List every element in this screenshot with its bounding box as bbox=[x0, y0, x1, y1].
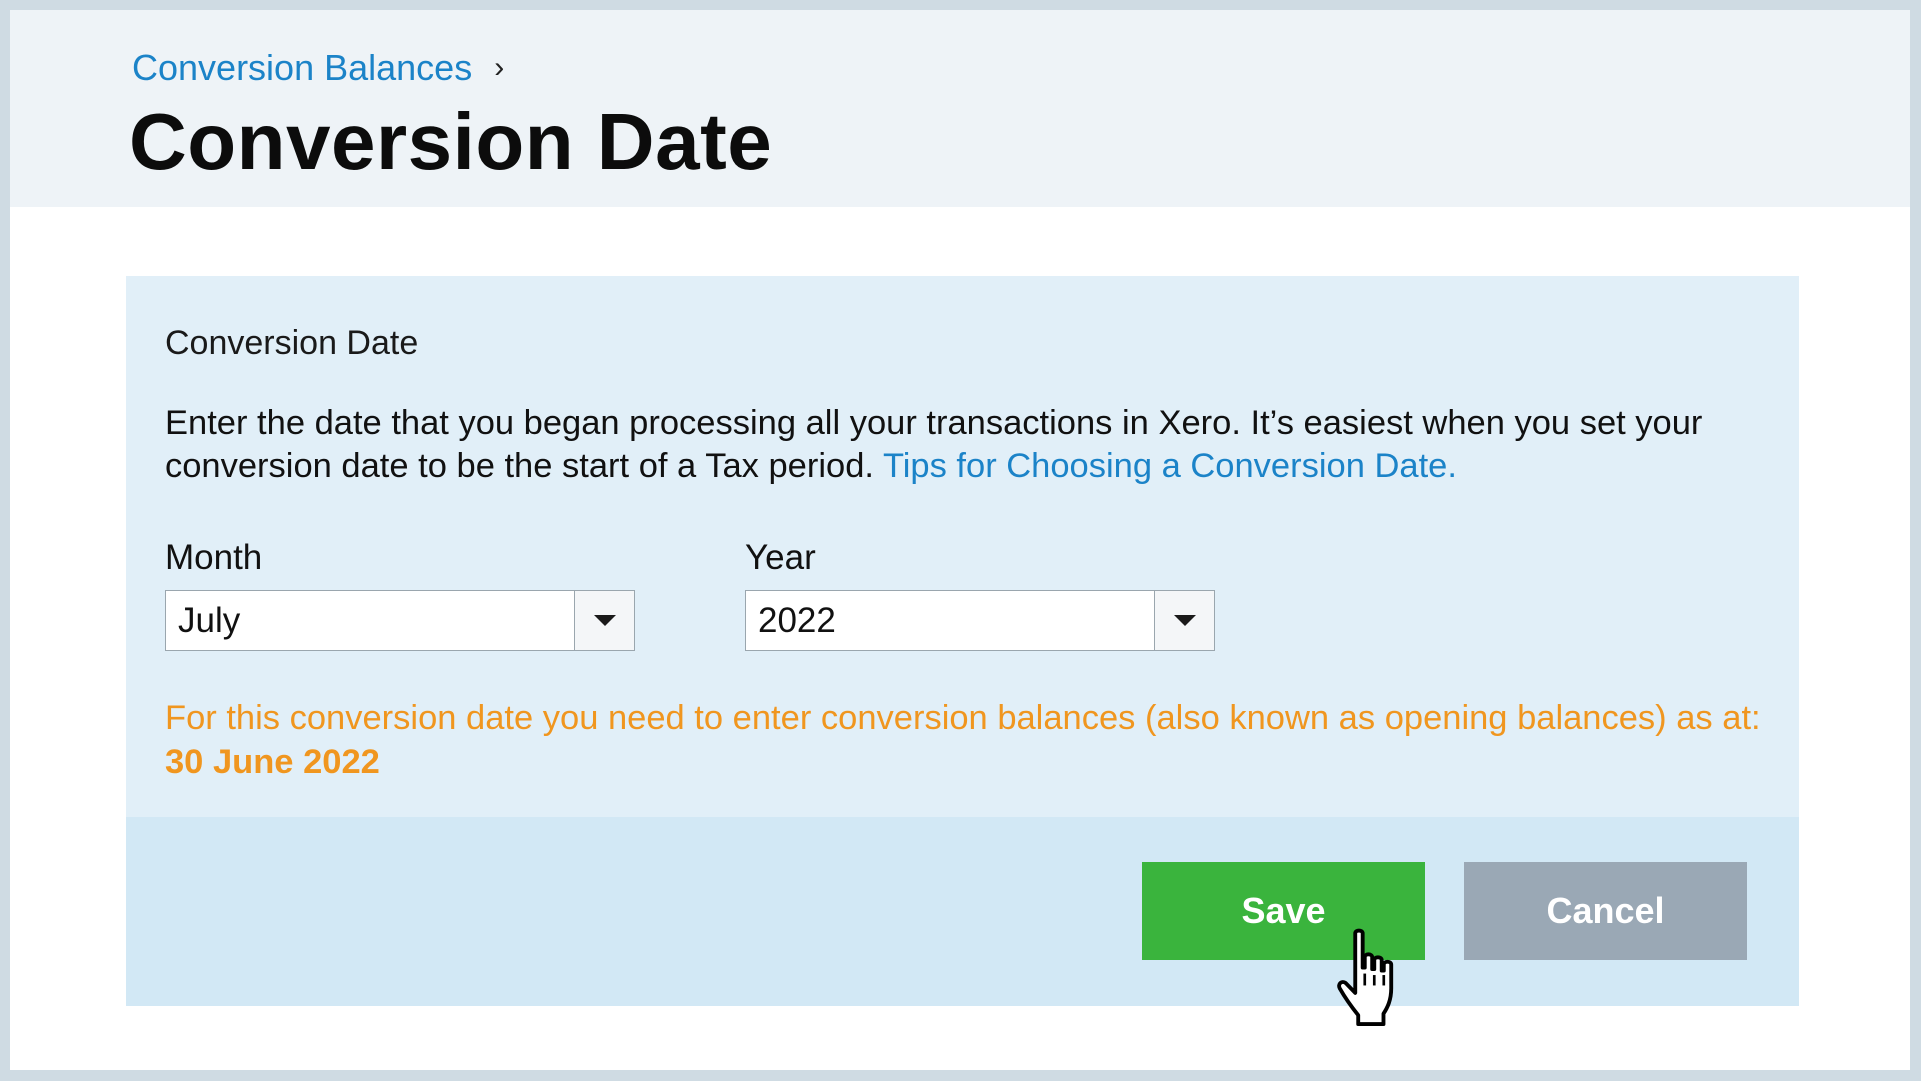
caret-down-icon bbox=[593, 615, 616, 626]
conversion-date-panel: Conversion Date Enter the date that you … bbox=[126, 276, 1799, 1006]
year-label: Year bbox=[745, 538, 816, 577]
page-title: Conversion Date bbox=[129, 97, 773, 186]
year-dropdown-button[interactable] bbox=[1154, 591, 1214, 650]
caret-down-icon bbox=[1173, 615, 1196, 626]
tips-link[interactable]: Tips for Choosing a Conversion Date. bbox=[883, 447, 1457, 485]
app-window: Conversion Balances › Conversion Date Co… bbox=[10, 10, 1910, 1070]
breadcrumb-chevron-icon: › bbox=[494, 51, 505, 84]
month-dropdown-button[interactable] bbox=[574, 591, 634, 650]
conversion-balance-notice: For this conversion date you need to ent… bbox=[165, 696, 1785, 784]
cancel-button[interactable]: Cancel bbox=[1464, 862, 1747, 960]
notice-text: For this conversion date you need to ent… bbox=[165, 699, 1761, 737]
breadcrumb: Conversion Balances › bbox=[132, 47, 504, 89]
action-bar: Save Cancel bbox=[126, 817, 1799, 1006]
month-label: Month bbox=[165, 538, 263, 577]
month-select-value: July bbox=[178, 601, 241, 640]
instructions-text: Enter the date that you began processing… bbox=[165, 402, 1765, 488]
year-select-value: 2022 bbox=[758, 601, 836, 640]
hand-pointer-icon bbox=[1337, 928, 1394, 1027]
page-header: Conversion Balances › Conversion Date bbox=[10, 10, 1910, 207]
notice-date: 30 June 2022 bbox=[165, 743, 380, 781]
month-select[interactable]: July bbox=[165, 590, 635, 651]
panel-heading: Conversion Date bbox=[165, 324, 419, 362]
year-select[interactable]: 2022 bbox=[745, 590, 1215, 651]
breadcrumb-link-conversion-balances[interactable]: Conversion Balances bbox=[132, 47, 472, 89]
